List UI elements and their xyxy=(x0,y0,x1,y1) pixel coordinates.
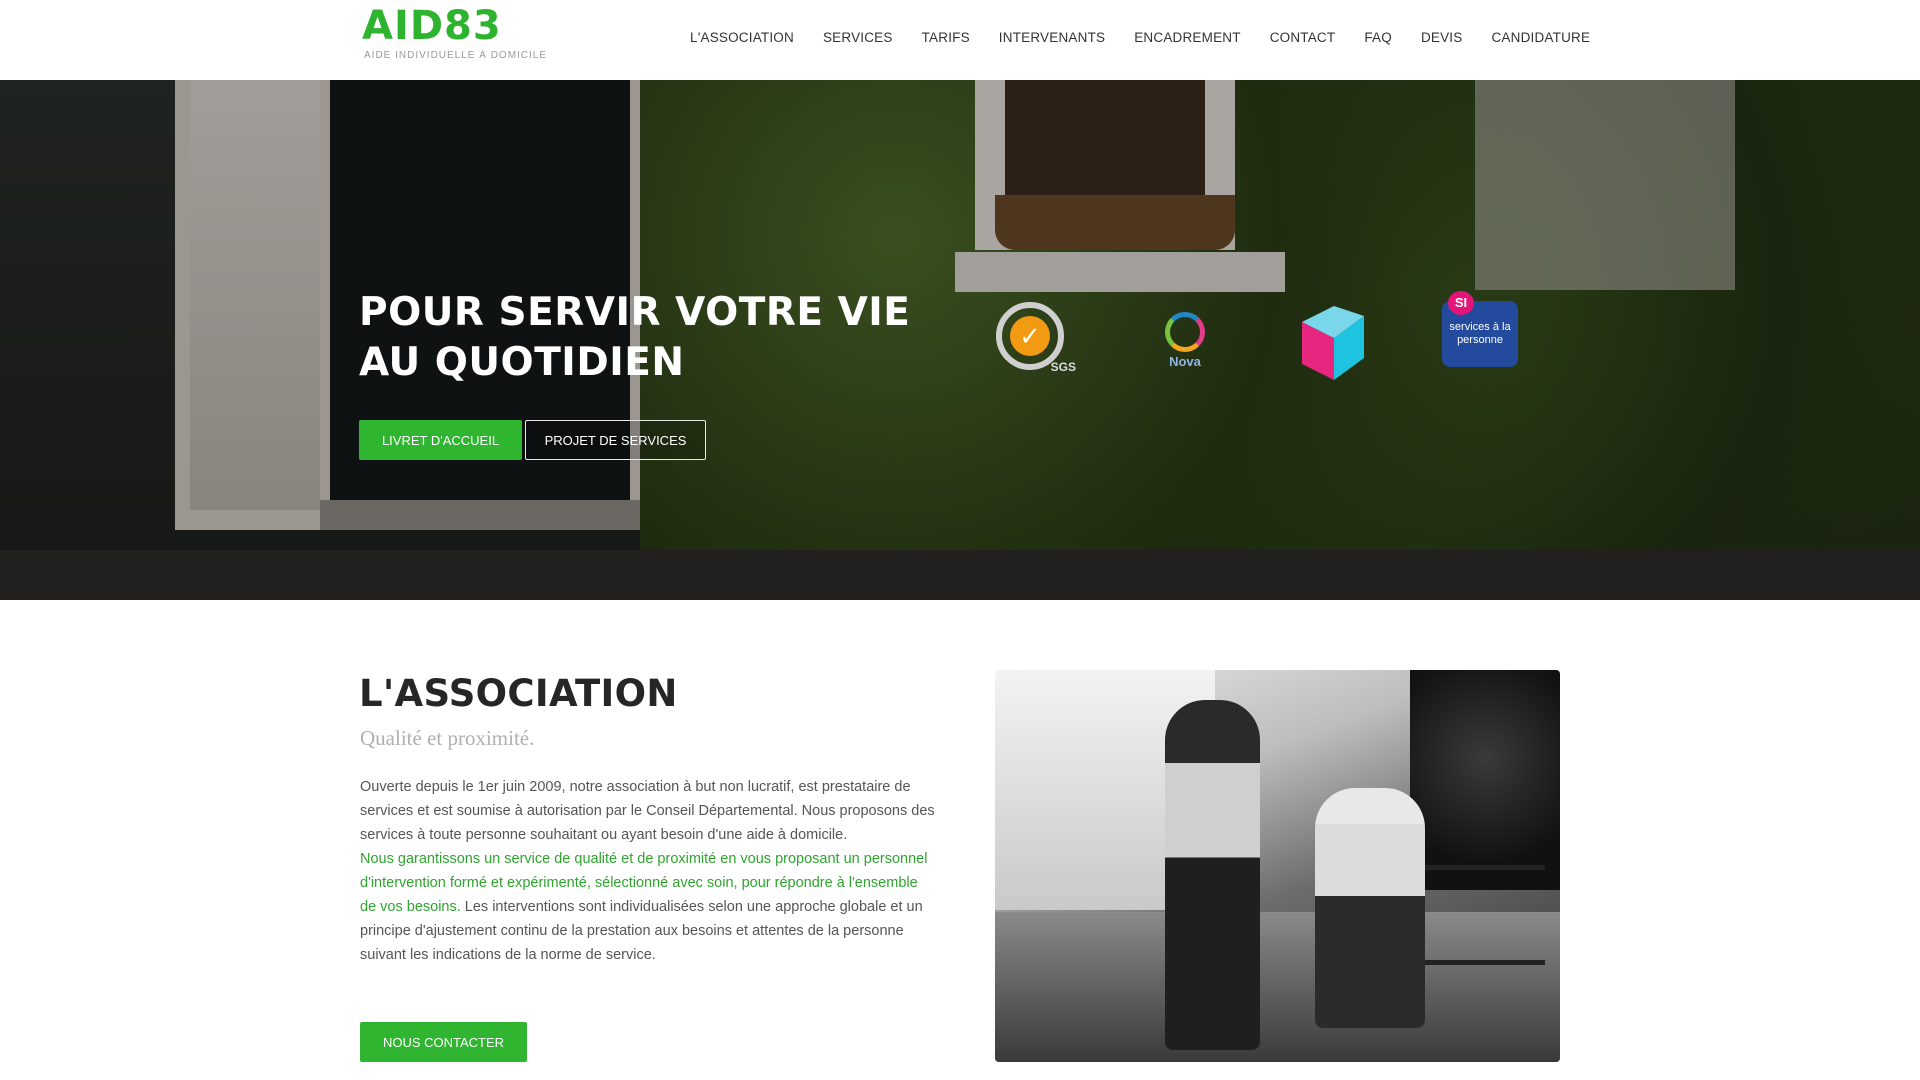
association-photo xyxy=(995,670,1560,1062)
nova-label: Nova xyxy=(1169,353,1201,369)
nav-item-faq[interactable]: FAQ xyxy=(1364,30,1392,45)
site-logo[interactable]: AID83 AIDE INDIVIDUELLE À DOMICILE xyxy=(362,4,547,61)
association-description: Ouverte depuis le 1er juin 2009, notre a… xyxy=(360,775,935,967)
nav-item-devis[interactable]: DEVIS xyxy=(1421,30,1463,45)
association-paragraph-2: Nous garantissons un service de qualité … xyxy=(360,847,935,967)
nav-item-candidature[interactable]: CANDIDATURE xyxy=(1491,30,1590,45)
sgs-label: SGS xyxy=(1050,360,1076,374)
hero-title-line2: AU QUOTIDIEN xyxy=(359,340,685,385)
photo-tree xyxy=(1410,670,1560,890)
hero-title-line1: POUR SERVIR VOTRE VIE xyxy=(359,290,911,335)
nav-item-association[interactable]: L'ASSOCIATION xyxy=(690,30,794,45)
logo-tagline: AIDE INDIVIDUELLE À DOMICILE xyxy=(364,50,548,61)
nav-item-encadrement[interactable]: ENCADREMENT xyxy=(1134,30,1240,45)
nav-item-intervenants[interactable]: INTERVENANTS xyxy=(999,30,1105,45)
nav-item-services[interactable]: SERVICES xyxy=(823,30,893,45)
livret-accueil-button[interactable]: LIVRET D'ACCUEIL xyxy=(359,420,522,460)
main-nav: L'ASSOCIATION SERVICES TARIFS INTERVENAN… xyxy=(690,30,1619,45)
contact-button[interactable]: NOUS CONTACTER xyxy=(360,1022,527,1062)
check-icon: ✓ xyxy=(1010,316,1050,356)
nav-item-tarifs[interactable]: TARIFS xyxy=(922,30,970,45)
hero-overlay xyxy=(0,80,1920,600)
nova-logo-icon xyxy=(1165,311,1205,352)
photo-seated-man xyxy=(1315,788,1425,1028)
si-text: services à la personne xyxy=(1449,321,1511,346)
services-personne-badge: SI services à la personne xyxy=(1440,291,1520,372)
photo-standing-man xyxy=(1165,700,1260,1050)
si-mark: SI xyxy=(1448,291,1474,315)
association-subtitle: Qualité et proximité. xyxy=(360,726,535,750)
si-box: SI services à la personne xyxy=(1442,291,1518,367)
nav-item-contact[interactable]: CONTACT xyxy=(1270,30,1336,45)
site-header: AID83 AIDE INDIVIDUELLE À DOMICILE L'ASS… xyxy=(0,0,1920,80)
association-title: L'ASSOCIATION xyxy=(359,672,678,715)
sgs-certification-badge: ✓ SGS xyxy=(990,296,1076,376)
shield-logo-svg xyxy=(1302,306,1364,380)
hero-banner xyxy=(0,80,1920,600)
nova-badge: Nova xyxy=(1145,292,1225,388)
hero-title: POUR SERVIR VOTRE VIE AU QUOTIDIEN xyxy=(359,288,959,388)
shield-logo-icon xyxy=(1300,300,1366,384)
logo-text: AID83 xyxy=(362,3,502,49)
association-paragraph-1: Ouverte depuis le 1er juin 2009, notre a… xyxy=(360,779,935,843)
projet-services-button[interactable]: PROJET DE SERVICES xyxy=(525,420,706,460)
